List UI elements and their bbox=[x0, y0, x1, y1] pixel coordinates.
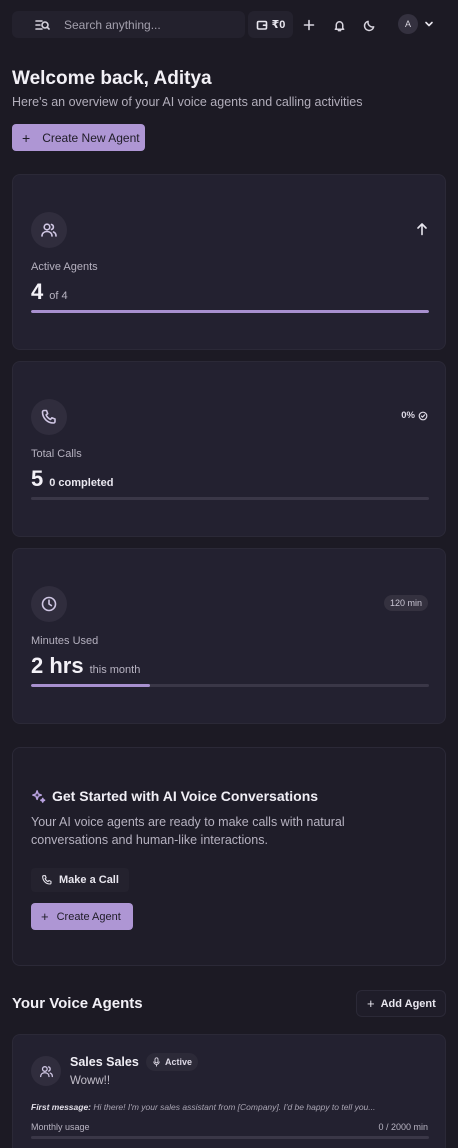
users-icon bbox=[31, 212, 67, 248]
minutes-used-value: 2 hrs this month bbox=[31, 653, 141, 678]
total-calls-card: 0% Total Calls 5 0 completed bbox=[12, 361, 446, 537]
make-call-button[interactable]: Make a Call bbox=[31, 868, 129, 892]
chevron-down-icon bbox=[425, 21, 433, 27]
make-call-label: Make a Call bbox=[59, 874, 119, 886]
get-started-description: Your AI voice agents are ready to make c… bbox=[31, 815, 345, 847]
moon-icon bbox=[363, 20, 374, 31]
plus-icon bbox=[303, 19, 315, 31]
add-button[interactable] bbox=[299, 15, 319, 35]
notifications-button[interactable] bbox=[329, 15, 349, 35]
phone-icon bbox=[31, 399, 67, 435]
bell-icon bbox=[334, 20, 344, 31]
total-calls-value: 5 0 completed bbox=[31, 466, 114, 491]
page-subtitle: Here's an overview of your AI voice agen… bbox=[12, 95, 363, 109]
theme-toggle[interactable] bbox=[359, 15, 379, 35]
calls-success-badge: 0% bbox=[401, 410, 428, 421]
add-agent-label: Add Agent bbox=[380, 997, 436, 1010]
minutes-used-card: 120 min Minutes Used 2 hrs this month bbox=[12, 548, 446, 724]
usage-label: Monthly usage bbox=[31, 1122, 90, 1132]
active-agents-progress-fill bbox=[31, 310, 429, 313]
create-new-agent-label: Create New Agent bbox=[42, 130, 140, 145]
clock-icon bbox=[31, 586, 67, 622]
create-agent-label: Create Agent bbox=[56, 910, 121, 923]
phone-icon bbox=[42, 875, 52, 885]
avatar[interactable]: A bbox=[398, 14, 418, 34]
active-agents-card: Active Agents 4 of 4 bbox=[12, 174, 446, 350]
minutes-badge: 120 min bbox=[383, 595, 428, 611]
usage-progress bbox=[31, 1136, 429, 1139]
plus-icon: + bbox=[22, 129, 31, 146]
add-agent-button[interactable]: + Add Agent bbox=[356, 990, 446, 1017]
agent-first-message: First message: Hi there! I'm your sales … bbox=[31, 1102, 376, 1112]
agent-name[interactable]: Sales Sales bbox=[70, 1055, 139, 1069]
search-input[interactable]: Search anything... bbox=[64, 18, 161, 32]
check-circle-icon bbox=[418, 411, 428, 420]
usage-value: 0 / 2000 min bbox=[378, 1122, 428, 1132]
user-menu[interactable]: A bbox=[398, 14, 434, 34]
agent-card[interactable]: Sales Sales Active Woww!! First message:… bbox=[12, 1034, 446, 1148]
active-agents-value: 4 of 4 bbox=[31, 279, 68, 304]
plus-icon: + bbox=[41, 909, 49, 924]
active-agents-progress bbox=[31, 310, 429, 313]
search-menu-icon bbox=[34, 17, 50, 33]
get-started-title: Get Started with AI Voice Conversations bbox=[52, 788, 319, 804]
microphone-icon bbox=[153, 1057, 160, 1067]
top-bar: Search anything... ₹0 A bbox=[12, 11, 446, 38]
minutes-used-progress bbox=[31, 684, 429, 687]
total-calls-progress bbox=[31, 497, 429, 500]
create-new-agent-button[interactable]: + Create New Agent bbox=[12, 124, 145, 151]
status-badge: Active bbox=[146, 1053, 199, 1071]
wallet-button[interactable]: ₹0 bbox=[248, 11, 293, 38]
sparkles-icon bbox=[31, 789, 46, 804]
voice-agents-title: Your Voice Agents bbox=[12, 995, 143, 1012]
plus-icon: + bbox=[367, 996, 375, 1011]
search-box[interactable]: Search anything... bbox=[12, 11, 245, 38]
get-started-card: Get Started with AI Voice Conversations … bbox=[12, 747, 446, 966]
minutes-used-progress-fill bbox=[31, 684, 151, 687]
agent-description: Woww!! bbox=[70, 1075, 111, 1087]
minutes-used-label: Minutes Used bbox=[31, 635, 99, 647]
get-started-heading: Get Started with AI Voice Conversations bbox=[31, 788, 318, 804]
wallet-amount: ₹0 bbox=[271, 19, 286, 31]
users-icon bbox=[31, 1056, 61, 1086]
create-agent-button[interactable]: + Create Agent bbox=[31, 903, 133, 930]
active-agents-label: Active Agents bbox=[31, 261, 98, 273]
total-calls-label: Total Calls bbox=[31, 448, 82, 460]
trend-up-icon bbox=[416, 222, 428, 236]
wallet-icon bbox=[256, 19, 268, 31]
page-title: Welcome back, Aditya bbox=[12, 68, 212, 89]
